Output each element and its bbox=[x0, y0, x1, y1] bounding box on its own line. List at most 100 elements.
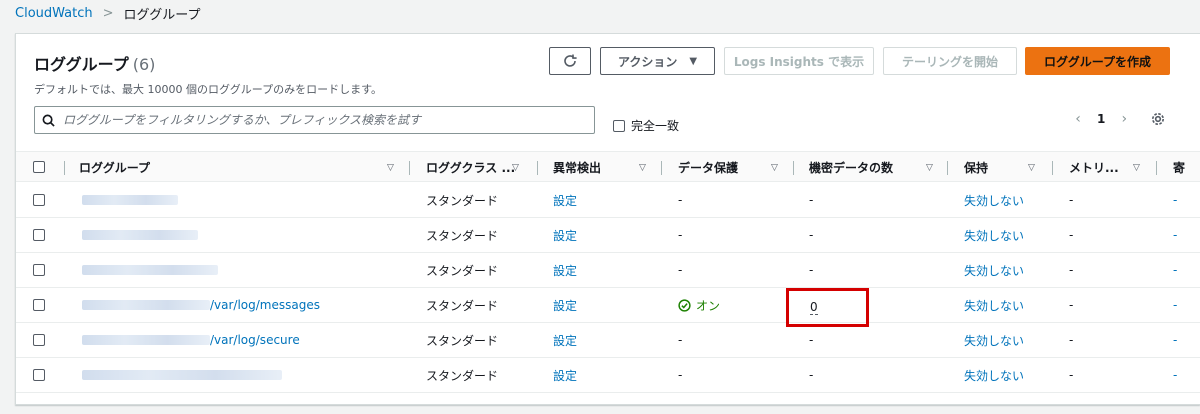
row-checkbox[interactable] bbox=[33, 334, 45, 346]
column-header-sensitive-data-count[interactable]: 機密データの数 ▽ bbox=[809, 152, 949, 183]
table-header: ロググループ ▽ ロググクラス ... ▽ 異常検出 ▽ データ保護 ▽ 機密データの数… bbox=[16, 151, 1200, 182]
anomaly-settings-link[interactable]: 設定 bbox=[553, 358, 577, 392]
sensitive-count-cell: - bbox=[809, 228, 814, 242]
metric-filter-cell: - bbox=[1069, 368, 1074, 382]
contributor-insights-cell[interactable]: - bbox=[1173, 183, 1177, 217]
column-header-anomaly-detection[interactable]: 異常検出 ▽ bbox=[553, 152, 661, 183]
breadcrumb-cloudwatch-link[interactable]: CloudWatch bbox=[15, 6, 93, 21]
view-in-logs-insights-button[interactable]: Logs Insights で表示 bbox=[724, 47, 874, 75]
metric-filter-cell: - bbox=[1069, 193, 1074, 207]
retention-link[interactable]: 失効しない bbox=[964, 358, 1024, 392]
retention-link[interactable]: 失効しない bbox=[964, 288, 1024, 322]
column-divider bbox=[409, 161, 410, 175]
sort-icon[interactable]: ▽ bbox=[1028, 163, 1035, 173]
sensitive-count-cell: - bbox=[809, 263, 814, 277]
metric-filter-cell: - bbox=[1069, 298, 1074, 312]
breadcrumb-separator: > bbox=[102, 5, 114, 21]
log-class-cell: スタンダード bbox=[426, 193, 499, 208]
row-checkbox[interactable] bbox=[33, 229, 45, 241]
column-divider bbox=[1052, 161, 1053, 175]
column-header-label: 機密データの数 bbox=[809, 161, 894, 175]
contributor-insights-cell[interactable]: - bbox=[1173, 288, 1177, 322]
column-header-label: データ保護 bbox=[678, 161, 739, 175]
anomaly-settings-link[interactable]: 設定 bbox=[553, 183, 577, 217]
log-group-name-link[interactable]: /var/log/messages bbox=[82, 288, 320, 322]
data-protection-cell: オン bbox=[678, 288, 720, 322]
column-header-label: 寄 bbox=[1173, 161, 1186, 175]
column-header-label: メトリ... bbox=[1069, 161, 1119, 175]
column-header-label: ロググループ bbox=[79, 161, 151, 175]
sensitive-count-cell: - bbox=[809, 193, 814, 207]
caret-down-icon: ▼ bbox=[689, 55, 698, 67]
log-group-name-link[interactable] bbox=[82, 253, 218, 287]
retention-link[interactable]: 失効しない bbox=[964, 218, 1024, 252]
row-checkbox[interactable] bbox=[33, 369, 45, 381]
highlight-box bbox=[786, 288, 869, 327]
column-header-log-class[interactable]: ロググクラス ... ▽ bbox=[426, 152, 534, 183]
filter-search-input[interactable] bbox=[63, 113, 563, 127]
data-protection-cell: - bbox=[678, 263, 683, 277]
column-header-label: 異常検出 bbox=[553, 161, 602, 175]
anomaly-settings-link[interactable]: 設定 bbox=[553, 323, 577, 357]
redacted-name bbox=[82, 335, 210, 345]
exact-match-checkbox[interactable] bbox=[613, 119, 625, 132]
column-header-data-protection[interactable]: データ保護 ▽ bbox=[678, 152, 786, 183]
sensitive-count-cell: - bbox=[809, 333, 814, 347]
sensitive-count-cell: - bbox=[809, 368, 814, 382]
row-checkbox[interactable] bbox=[33, 299, 45, 311]
contributor-insights-cell[interactable]: - bbox=[1173, 253, 1177, 287]
log-group-name-text[interactable]: /var/log/messages bbox=[210, 298, 320, 312]
metric-filter-cell: - bbox=[1069, 228, 1074, 242]
refresh-button[interactable] bbox=[549, 47, 591, 75]
table-row: /var/log/messages スタンダード 設定 オン 失効しない - - bbox=[16, 288, 1200, 323]
log-group-name-link[interactable] bbox=[82, 358, 282, 392]
metric-filter-cell: - bbox=[1069, 263, 1074, 277]
table-row: スタンダード 設定 - - 失効しない - - bbox=[16, 358, 1200, 393]
log-group-name-link[interactable] bbox=[82, 183, 178, 217]
select-all-checkbox[interactable] bbox=[33, 161, 45, 173]
gear-icon[interactable] bbox=[1150, 111, 1166, 131]
column-header-retention[interactable]: 保持 ▽ bbox=[964, 152, 1054, 183]
column-divider bbox=[947, 161, 948, 175]
table-row: スタンダード 設定 - - 失効しない - - bbox=[16, 218, 1200, 253]
row-checkbox[interactable] bbox=[33, 194, 45, 206]
retention-link[interactable]: 失効しない bbox=[964, 323, 1024, 357]
sort-icon[interactable]: ▽ bbox=[926, 163, 933, 173]
anomaly-settings-link[interactable]: 設定 bbox=[553, 253, 577, 287]
sort-icon[interactable]: ▽ bbox=[512, 163, 519, 173]
retention-link[interactable]: 失効しない bbox=[964, 253, 1024, 287]
log-group-name-link[interactable] bbox=[82, 218, 198, 252]
column-header-contributor-insights[interactable]: 寄 bbox=[1173, 152, 1200, 183]
log-group-name-text[interactable]: /var/log/secure bbox=[210, 333, 300, 347]
log-groups-panel: ロググループ (6) デフォルトでは、最大 10000 個のロググループのみをロー… bbox=[15, 33, 1200, 405]
table-row: スタンダード 設定 - - 失効しない - - bbox=[16, 183, 1200, 218]
sort-icon[interactable]: ▽ bbox=[639, 163, 646, 173]
retention-link[interactable]: 失効しない bbox=[964, 183, 1024, 217]
redacted-name bbox=[82, 300, 210, 310]
chevron-right-icon[interactable]: › bbox=[1117, 111, 1131, 127]
redacted-name bbox=[82, 195, 178, 205]
sort-icon[interactable]: ▽ bbox=[1133, 163, 1140, 173]
row-checkbox[interactable] bbox=[33, 264, 45, 276]
log-group-name-link[interactable]: /var/log/secure bbox=[82, 323, 300, 357]
contributor-insights-cell[interactable]: - bbox=[1173, 323, 1177, 357]
column-header-metric-filters[interactable]: メトリ... ▽ bbox=[1069, 152, 1159, 183]
create-log-group-button[interactable]: ロググループを作成 bbox=[1025, 47, 1170, 75]
log-group-count: (6) bbox=[132, 55, 156, 74]
current-page-number[interactable]: 1 bbox=[1097, 112, 1105, 126]
anomaly-settings-link[interactable]: 設定 bbox=[553, 218, 577, 252]
column-divider bbox=[661, 161, 662, 175]
column-header-log-group[interactable]: ロググループ ▽ bbox=[79, 152, 409, 183]
anomaly-settings-link[interactable]: 設定 bbox=[553, 288, 577, 322]
exact-match-option[interactable]: 完全一致 bbox=[613, 117, 679, 134]
sort-icon[interactable]: ▽ bbox=[771, 163, 778, 173]
log-class-cell: スタンダード bbox=[426, 368, 499, 383]
actions-dropdown-button[interactable]: アクション ▼ bbox=[600, 47, 715, 75]
sort-icon[interactable]: ▽ bbox=[387, 163, 394, 173]
column-divider bbox=[1156, 161, 1157, 175]
start-tailing-button[interactable]: テーリングを開始 bbox=[883, 47, 1017, 75]
table-row: スタンダード 設定 - - 失効しない - - bbox=[16, 253, 1200, 288]
chevron-left-icon[interactable]: ‹ bbox=[1071, 111, 1085, 127]
contributor-insights-cell[interactable]: - bbox=[1173, 358, 1177, 392]
contributor-insights-cell[interactable]: - bbox=[1173, 218, 1177, 252]
